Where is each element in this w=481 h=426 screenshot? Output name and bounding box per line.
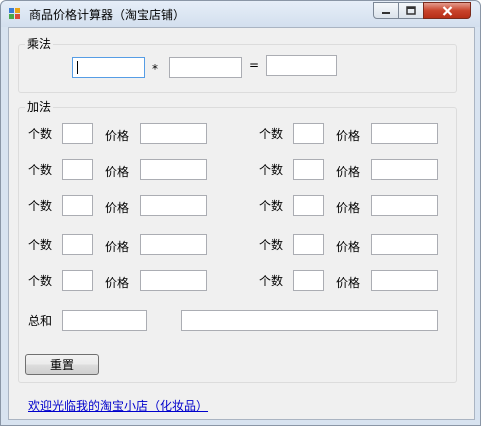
price-input-right-1[interactable]	[371, 123, 438, 144]
maximize-button[interactable]	[398, 2, 424, 19]
qty-input-right-1[interactable]	[293, 123, 324, 144]
shop-link[interactable]: 欢迎光临我的淘宝小店（化妆品）	[28, 397, 208, 414]
qty-input-left-5[interactable]	[62, 270, 93, 291]
price-input-left-5[interactable]	[140, 270, 207, 291]
qty-input-right-5[interactable]	[293, 270, 324, 291]
text-caret	[77, 61, 78, 74]
qty-label: 个数	[28, 127, 53, 141]
qty-input-right-4[interactable]	[293, 234, 324, 255]
qty-input-left-4[interactable]	[62, 234, 93, 255]
minimize-icon	[382, 11, 390, 14]
price-input-right-5[interactable]	[371, 270, 438, 291]
price-label: 价格	[336, 165, 361, 179]
price-input-right-2[interactable]	[371, 159, 438, 180]
price-label: 价格	[336, 240, 361, 254]
qty-label: 个数	[259, 127, 284, 141]
price-label: 价格	[336, 276, 361, 290]
qty-label: 个数	[259, 163, 284, 177]
multiply-group-title: 乘法	[25, 37, 54, 52]
price-label: 价格	[105, 129, 130, 143]
qty-label: 个数	[28, 238, 53, 252]
window-title: 商品价格计算器（淘宝店铺）	[29, 8, 186, 22]
client-area: 乘法 * = 加法 个数 价格 个数 价格 个数 价格 个数 价格 个数 价格 个数 价格 个数 价格 个数…	[8, 27, 475, 420]
qty-label: 个数	[259, 274, 284, 288]
price-input-right-3[interactable]	[371, 195, 438, 216]
minimize-button[interactable]	[373, 2, 399, 19]
equals-sign: =	[249, 58, 260, 72]
reset-button[interactable]: 重置	[25, 354, 99, 375]
price-label: 价格	[105, 276, 130, 290]
price-input-right-4[interactable]	[371, 234, 438, 255]
qty-input-left-2[interactable]	[62, 159, 93, 180]
qty-input-right-3[interactable]	[293, 195, 324, 216]
app-window: 商品价格计算器（淘宝店铺） 乘法 * = 加法 个数 价格 个数 价格 个数 价…	[0, 0, 481, 426]
price-label: 价格	[105, 240, 130, 254]
app-icon	[9, 8, 21, 20]
close-button[interactable]	[423, 2, 471, 19]
price-input-left-2[interactable]	[140, 159, 207, 180]
price-label: 价格	[336, 129, 361, 143]
total-label: 总和	[28, 314, 53, 328]
close-icon	[442, 5, 452, 16]
multiply-operand1-input[interactable]	[72, 57, 145, 78]
add-group-title: 加法	[25, 100, 54, 115]
qty-label: 个数	[259, 199, 284, 213]
total-output[interactable]	[62, 310, 147, 331]
multiply-result-output[interactable]	[266, 55, 337, 76]
maximize-icon	[406, 6, 416, 15]
calculation-detail-output[interactable]	[181, 310, 438, 331]
price-input-left-4[interactable]	[140, 234, 207, 255]
qty-input-left-3[interactable]	[62, 195, 93, 216]
qty-label: 个数	[28, 274, 53, 288]
qty-input-left-1[interactable]	[62, 123, 93, 144]
price-label: 价格	[105, 165, 130, 179]
price-label: 价格	[105, 201, 130, 215]
price-input-left-1[interactable]	[140, 123, 207, 144]
qty-label: 个数	[28, 163, 53, 177]
qty-label: 个数	[259, 238, 284, 252]
price-input-left-3[interactable]	[140, 195, 207, 216]
title-bar[interactable]: 商品价格计算器（淘宝店铺）	[1, 1, 480, 27]
price-label: 价格	[336, 201, 361, 215]
multiply-operator: *	[152, 62, 158, 76]
qty-label: 个数	[28, 199, 53, 213]
multiply-operand2-input[interactable]	[169, 57, 242, 78]
qty-input-right-2[interactable]	[293, 159, 324, 180]
